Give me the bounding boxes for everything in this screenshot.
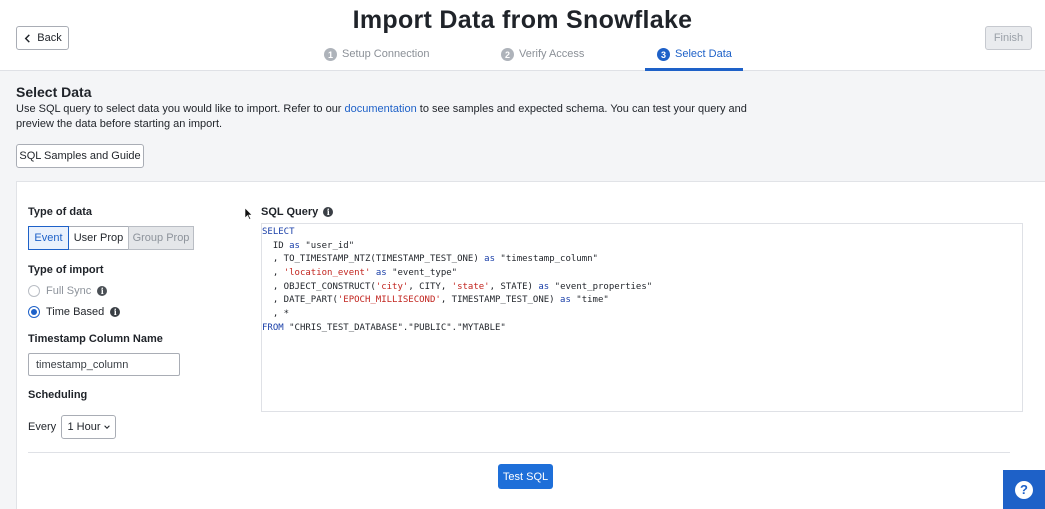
sql-token: , TO_TIMESTAMP_NTZ(TIMESTAMP_TEST_ONE) bbox=[262, 254, 485, 265]
sql-token: "user_id" bbox=[299, 240, 355, 251]
timestamp-column-label: Timestamp Column Name bbox=[28, 333, 163, 345]
step-label: Select Data bbox=[675, 48, 732, 60]
sql-token: "timestamp_column" bbox=[495, 254, 598, 265]
sql-token: "event_type" bbox=[386, 268, 458, 279]
info-icon[interactable]: i bbox=[97, 286, 108, 296]
sql-line: ID as "user_id" bbox=[262, 240, 1022, 254]
sql-line: , * bbox=[262, 308, 1022, 322]
sql-keyword: SELECT bbox=[262, 227, 295, 237]
sql-string: 'EPOCH_MILLISECOND' bbox=[337, 295, 441, 306]
documentation-link[interactable]: documentation bbox=[345, 103, 417, 115]
radio-time-based[interactable]: Time Based i bbox=[28, 306, 121, 318]
radio-label: Full Sync bbox=[46, 285, 92, 297]
sql-token: , OBJECT_CONSTRUCT( bbox=[262, 281, 376, 292]
sql-samples-button[interactable]: SQL Samples and Guide bbox=[16, 144, 144, 168]
sql-keyword: as bbox=[375, 268, 387, 279]
sql-token: , CITY, bbox=[408, 281, 452, 292]
sql-keyword: as bbox=[560, 295, 571, 306]
sql-token: "event_properties" bbox=[549, 281, 653, 292]
help-button[interactable]: ? bbox=[1003, 470, 1045, 509]
step-setup-connection[interactable]: 1 Setup Connection bbox=[324, 48, 429, 71]
type-of-data-label: Type of data bbox=[28, 206, 92, 218]
scheduling-label: Scheduling bbox=[28, 389, 88, 401]
help-icon: ? bbox=[1015, 480, 1033, 499]
finish-button[interactable]: Finish bbox=[985, 26, 1032, 50]
timestamp-column-input[interactable]: timestamp_column bbox=[28, 353, 180, 376]
stepper: 1 Setup Connection 2 Verify Access 3 Sel… bbox=[0, 48, 1045, 71]
sql-string: 'location_event' bbox=[283, 268, 371, 279]
sql-line: , DATE_PART('EPOCH_MILLISECOND', TIMESTA… bbox=[262, 294, 1022, 308]
section-description: Use SQL query to select data you would l… bbox=[16, 102, 786, 132]
page-title: Import Data from Snowflake bbox=[352, 6, 693, 34]
section-title: Select Data bbox=[16, 84, 92, 100]
sql-query-label-text: SQL Query bbox=[261, 206, 319, 218]
sql-keyword: as bbox=[538, 281, 550, 292]
sql-token: , TIMESTAMP_TEST_ONE) bbox=[440, 295, 561, 306]
data-type-segmented-control: Event User Prop Group Prop bbox=[28, 226, 194, 250]
test-sql-button[interactable]: Test SQL bbox=[498, 464, 553, 489]
sql-string: 'city' bbox=[375, 281, 409, 292]
sql-token: "time" bbox=[570, 295, 609, 306]
step-label: Setup Connection bbox=[342, 48, 430, 60]
step-verify-access[interactable]: 2 Verify Access bbox=[501, 48, 584, 71]
chevron-down-icon bbox=[103, 425, 110, 429]
sql-line: SELECT bbox=[262, 226, 1022, 240]
description-text: Use SQL query to select data you would l… bbox=[16, 103, 345, 115]
header: Back Import Data from Snowflake Finish 1… bbox=[0, 0, 1045, 71]
sql-line: , OBJECT_CONSTRUCT('city', CITY, 'state'… bbox=[262, 281, 1022, 295]
sql-keyword: as bbox=[289, 240, 300, 251]
sql-editor[interactable]: SELECT ID as "user_id" , TO_TIMESTAMP_NT… bbox=[261, 223, 1023, 412]
interval-value: 1 Hour bbox=[67, 421, 101, 433]
radio-circle[interactable] bbox=[28, 306, 40, 318]
data-type-user-prop[interactable]: User Prop bbox=[68, 226, 129, 250]
info-icon[interactable]: i bbox=[323, 207, 334, 217]
sql-line: , TO_TIMESTAMP_NTZ(TIMESTAMP_TEST_ONE) a… bbox=[262, 253, 1022, 267]
data-type-event[interactable]: Event bbox=[28, 226, 69, 250]
step-number: 3 bbox=[657, 48, 670, 61]
sql-keyword: as bbox=[484, 254, 496, 265]
step-number: 2 bbox=[501, 48, 514, 61]
active-step-indicator bbox=[645, 68, 743, 71]
sql-string: 'state' bbox=[451, 281, 490, 292]
data-type-group-prop[interactable]: Group Prop bbox=[128, 226, 194, 250]
step-number: 1 bbox=[324, 48, 337, 61]
sql-token: "CHRIS_TEST_DATABASE"."PUBLIC"."MYTABLE" bbox=[283, 322, 506, 333]
sql-query-label: SQL Query i bbox=[261, 206, 334, 218]
sql-line: , 'location_event' as "event_type" bbox=[262, 267, 1022, 281]
every-label: Every bbox=[28, 421, 57, 433]
divider bbox=[28, 452, 1010, 453]
sql-keyword: FROM bbox=[262, 322, 284, 333]
sql-token: ID bbox=[262, 240, 290, 251]
step-label: Verify Access bbox=[519, 48, 585, 60]
info-icon[interactable]: i bbox=[110, 307, 121, 317]
sql-token: , bbox=[262, 268, 284, 279]
mouse-cursor-icon bbox=[245, 208, 253, 220]
radio-full-sync[interactable]: Full Sync i bbox=[28, 285, 108, 297]
radio-label: Time Based bbox=[46, 306, 105, 318]
sql-token: , * bbox=[262, 309, 290, 320]
sql-token: , DATE_PART( bbox=[262, 295, 338, 306]
type-of-import-label: Type of import bbox=[28, 264, 104, 276]
interval-select[interactable]: 1 Hour bbox=[61, 415, 116, 439]
sql-line: FROM "CHRIS_TEST_DATABASE"."PUBLIC"."MYT… bbox=[262, 322, 1022, 336]
sql-token: , STATE) bbox=[489, 281, 539, 292]
radio-circle[interactable] bbox=[28, 285, 40, 297]
